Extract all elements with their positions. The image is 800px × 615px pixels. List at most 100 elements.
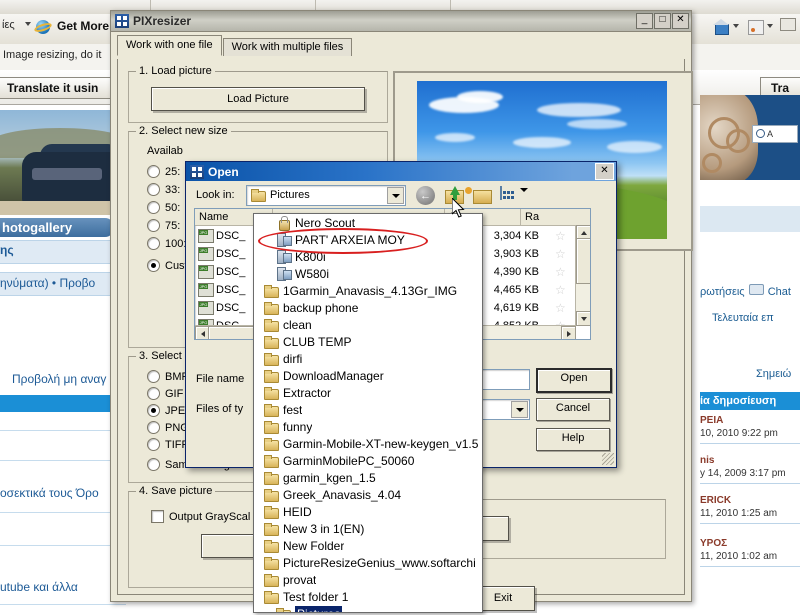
home-caret-icon[interactable] [733, 19, 739, 33]
rss-caret-icon[interactable] [767, 19, 773, 33]
photogallery-tag[interactable]: hotogallery [0, 218, 114, 237]
format-option-tiff[interactable]: TIFF [147, 438, 188, 451]
tab-work-with-one-file[interactable]: Work with one file [117, 35, 222, 56]
scroll-thumb-vertical[interactable] [576, 238, 590, 284]
home-icon[interactable] [713, 17, 729, 35]
dropdown-item-garmin-kgen[interactable]: garmin_kgen_1.5 [254, 469, 482, 486]
right-page-nav[interactable]: ρωτήσεις Chat [700, 284, 800, 298]
size-option-33[interactable]: 33: [147, 183, 180, 196]
size-radio-custom[interactable] [147, 259, 160, 272]
dropdown-item-1garmin[interactable]: 1Garmin_Anavasis_4.13Gr_IMG [254, 282, 482, 299]
column-rating[interactable]: Ra [521, 209, 576, 225]
maximize-button[interactable]: □ [654, 13, 671, 29]
size-radio-50[interactable] [147, 201, 160, 214]
close-button[interactable]: ✕ [672, 13, 689, 29]
table-row[interactable]: DSC_ [198, 299, 245, 316]
format-option-png[interactable]: PNG [147, 421, 189, 434]
load-picture-button[interactable]: Load Picture [151, 87, 365, 111]
grayscale-option[interactable]: Output GrayScal [151, 510, 250, 523]
dropdown-item-extractor[interactable]: Extractor [254, 384, 482, 401]
format-radio-same-as-original[interactable] [147, 458, 160, 471]
size-radio-25[interactable] [147, 165, 160, 178]
dropdown-item-w580i[interactable]: W580i [254, 265, 482, 282]
dropdown-item-dirfi[interactable]: dirfi [254, 350, 482, 367]
pixresizer-title-bar[interactable]: PIXresizer _ □ ✕ [111, 11, 691, 32]
post-user-2[interactable]: nis [700, 455, 714, 466]
dropdown-item-nero-scout[interactable]: Nero Scout [254, 214, 482, 231]
right-page-column-header[interactable]: ία δημοσίευση [700, 392, 800, 410]
size-option-custom[interactable]: Cust [147, 259, 188, 272]
print-icon[interactable] [780, 18, 796, 34]
open-dialog-title-bar[interactable]: Open ✕ [186, 162, 616, 181]
resize-grip[interactable] [602, 453, 614, 465]
dropdown-item-funny[interactable]: funny [254, 418, 482, 435]
dropdown-item-fest[interactable]: fest [254, 401, 482, 418]
dropdown-item-greek-anavasis[interactable]: Greek_Anavasis_4.04 [254, 486, 482, 503]
scroll-right-icon[interactable] [561, 326, 576, 339]
dropdown-item-garmin-mobile-xt[interactable]: Garmin-Mobile-XT-new-keygen_v1.5 [254, 435, 482, 452]
post-user-3[interactable]: ERICK [700, 495, 731, 506]
format-radio-tiff[interactable] [147, 438, 160, 451]
dropdown-item-pictureresizegenius[interactable]: PictureResizeGenius_www.softarchi [254, 554, 482, 571]
dropdown-item-new-folder[interactable]: New Folder [254, 537, 482, 554]
dropdown-item-provat[interactable]: provat [254, 571, 482, 588]
size-option-100[interactable]: 100: [147, 237, 186, 250]
format-radio-gif[interactable] [147, 387, 160, 400]
files-of-type-dropdown-arrow[interactable] [511, 401, 528, 418]
format-option-jpeg[interactable]: JPE [147, 404, 185, 417]
look-in-combobox[interactable]: Pictures [246, 185, 406, 206]
table-row[interactable]: DSC_ [198, 263, 245, 280]
table-row[interactable]: DSC_ [198, 227, 245, 244]
dropdown-item-club-temp[interactable]: CLUB TEMP [254, 333, 482, 350]
dropdown-item-test-folder-1[interactable]: Test folder 1 [254, 588, 482, 605]
look-in-dropdown-list[interactable]: Nero Scout PART' ARXEIA MOY K800i W580i … [253, 213, 483, 613]
back-icon[interactable]: ← [416, 186, 435, 205]
folder-icon [264, 523, 279, 536]
grayscale-checkbox[interactable] [151, 510, 164, 523]
size-option-25[interactable]: 25: [147, 165, 180, 178]
size-option-50[interactable]: 50: [147, 201, 180, 214]
post-user-4[interactable]: ΥΡΟΣ [700, 538, 727, 549]
table-row[interactable]: DSC_ [198, 245, 245, 262]
table-row[interactable]: DSC_ [198, 281, 245, 298]
format-radio-bmp[interactable] [147, 370, 160, 383]
cancel-button[interactable]: Cancel [536, 398, 610, 421]
format-radio-jpeg[interactable] [147, 404, 160, 417]
open-dialog-help-button[interactable]: Help [536, 428, 610, 451]
dropdown-item-k800i[interactable]: K800i [254, 248, 482, 265]
folder-icon [264, 574, 279, 587]
post-date-2: y 14, 2009 3:17 pm [700, 468, 786, 479]
dropdown-label-22: Test folder 1 [283, 589, 349, 604]
tab-work-with-multiple-files[interactable]: Work with multiple files [222, 38, 353, 56]
open-dialog-close-button[interactable]: ✕ [595, 163, 614, 180]
dropdown-label-12: funny [283, 419, 313, 434]
size-option-75[interactable]: 75: [147, 219, 180, 232]
menu-tail-label[interactable]: ίες [2, 19, 15, 31]
minimize-button[interactable]: _ [636, 13, 653, 29]
dropdown-item-downloadmanager[interactable]: DownloadManager [254, 367, 482, 384]
dropdown-item-clean[interactable]: clean [254, 316, 482, 333]
size-radio-33[interactable] [147, 183, 160, 196]
menu-caret-icon[interactable] [25, 19, 31, 31]
dropdown-item-backup-phone[interactable]: backup phone [254, 299, 482, 316]
size-radio-75[interactable] [147, 219, 160, 232]
rss-feed-icon[interactable] [748, 17, 764, 35]
dropdown-item-new-3-in-1[interactable]: New 3 in 1(EN) [254, 520, 482, 537]
dropdown-item-garminmobilepc[interactable]: GarminMobilePC_50060 [254, 452, 482, 469]
dropdown-item-part-arxeia-moy[interactable]: PART' ARXEIA MOY [254, 231, 482, 248]
get-more-button[interactable]: Get More [57, 19, 109, 33]
look-in-dropdown-arrow[interactable] [387, 187, 404, 204]
scroll-down-icon[interactable] [576, 311, 590, 326]
format-option-bmp[interactable]: BMF [147, 370, 188, 383]
size-radio-100[interactable] [147, 237, 160, 250]
dropdown-item-pictures[interactable]: Pictures [254, 605, 482, 612]
views-icon[interactable] [500, 186, 502, 200]
format-radio-png[interactable] [147, 421, 160, 434]
listview-vertical-scrollbar[interactable] [575, 225, 590, 326]
open-button[interactable]: Open [536, 368, 612, 393]
dropdown-item-heid[interactable]: HEID [254, 503, 482, 520]
views-caret-icon[interactable] [520, 188, 528, 204]
post-user-1[interactable]: ΡΕΙΑ [700, 415, 723, 426]
format-option-gif[interactable]: GIF [147, 387, 183, 400]
site-search-box[interactable]: A [752, 125, 798, 143]
